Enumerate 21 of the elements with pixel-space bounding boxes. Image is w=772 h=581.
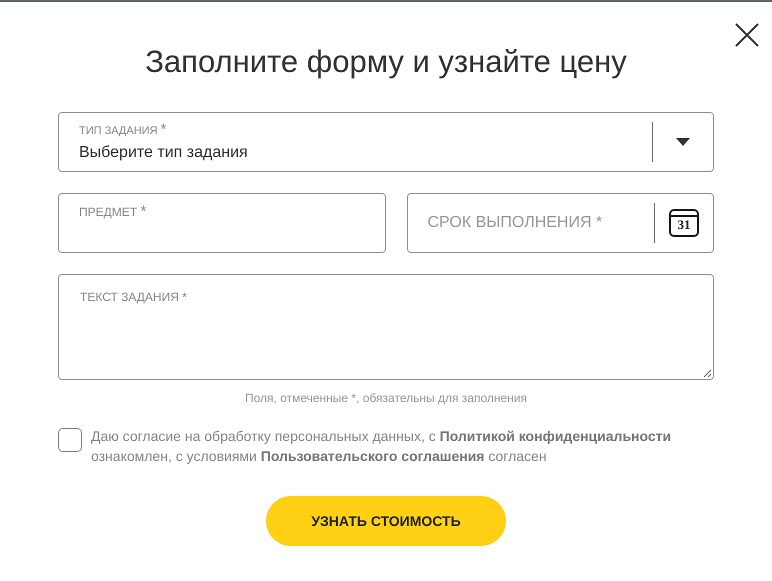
submit-button[interactable]: УЗНАТЬ СТОИМОСТЬ bbox=[266, 496, 506, 546]
calendar-icon[interactable]: 31 bbox=[669, 209, 699, 237]
deadline-input[interactable]: СРОК ВЫПОЛНЕНИЯ * bbox=[408, 211, 654, 235]
task-type-select[interactable]: ТИП ЗАДАНИЯ * Выберите тип задания bbox=[58, 112, 714, 172]
consent-link[interactable]: Политикой конфиденциальности bbox=[440, 428, 672, 444]
field-label: ПРЕДМЕТ * bbox=[79, 205, 146, 219]
field-label: ТИП ЗАДАНИЯ * bbox=[79, 120, 166, 140]
consent-checkbox[interactable] bbox=[58, 428, 82, 452]
close-button[interactable] bbox=[734, 22, 760, 48]
select-value: Выберите тип задания bbox=[79, 143, 248, 164]
consent-link[interactable]: Пользовательского соглашения bbox=[260, 448, 484, 464]
form-title: Заполните форму и узнайте цену bbox=[145, 43, 627, 81]
required-note: Поля, отмеченные *, обязательны для заполнения bbox=[244, 390, 527, 407]
task-text-area[interactable]: ТЕКСТ ЗАДАНИЯ * bbox=[58, 274, 714, 380]
deadline-field[interactable]: СРОК ВЫПОЛНЕНИЯ * 31 bbox=[406, 193, 714, 253]
field-label: ТЕКСТ ЗАДАНИЯ * bbox=[80, 290, 187, 304]
consent-text: Даю согласие на обработку персональных данных, с Политикой конфиденциальности ознакомлен, с условиями Пользовательского соглашения согласен bbox=[91, 427, 672, 466]
subject-field[interactable]: ПРЕДМЕТ * bbox=[58, 193, 386, 253]
dropdown-caret-icon bbox=[676, 138, 690, 146]
close-icon bbox=[734, 22, 760, 48]
resize-handle-icon bbox=[703, 369, 711, 377]
